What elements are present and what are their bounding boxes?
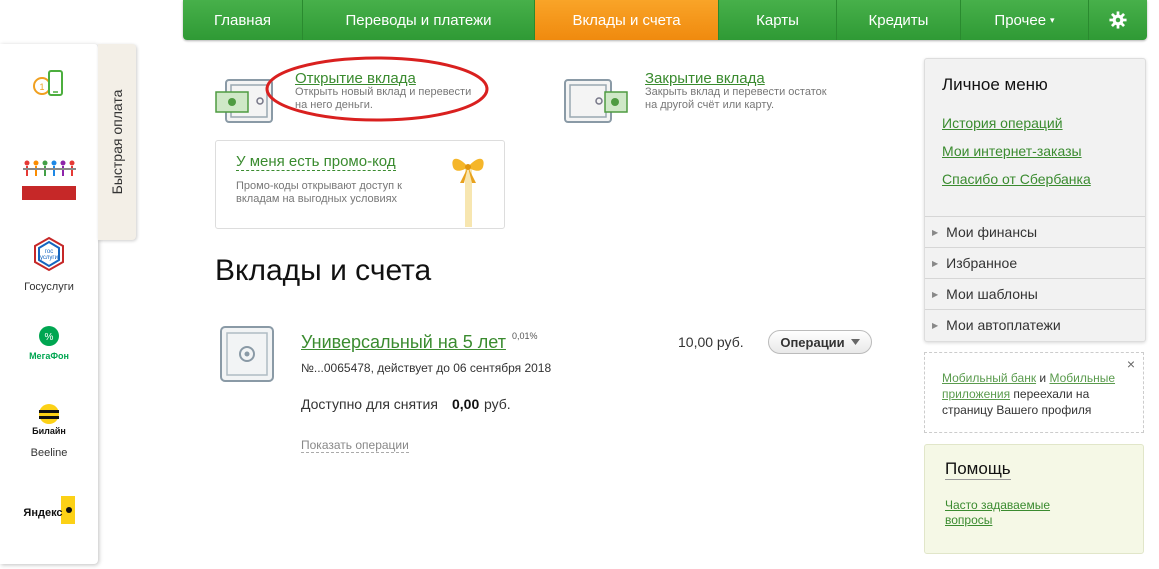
faq-link[interactable]: Часто задаваемые вопросы <box>945 498 1075 528</box>
mobile-bank-notice: × Мобильный банк и Мобильные приложения … <box>924 352 1144 433</box>
nav-more-arrow-icon: ▾ <box>1050 14 1055 25</box>
deposit-name-link[interactable]: Универсальный на 5 лет <box>301 332 506 353</box>
quick-pay-gosuslugi[interactable]: гос услуги Госуслуги <box>0 236 98 293</box>
menu-section-label: Мои финансы <box>946 224 1038 240</box>
beeline-logo-icon: Билайн <box>32 404 66 436</box>
deposit-safe-icon <box>220 326 274 382</box>
show-operations-link[interactable]: Показать операции <box>301 438 409 453</box>
nav-cards[interactable]: Карты <box>719 0 837 40</box>
close-icon[interactable]: × <box>1127 356 1135 372</box>
promo-code-desc: Промо-коды открывают доступ к вкладам на… <box>236 180 402 205</box>
mobile-bank-link[interactable]: Мобильный банк <box>942 371 1036 385</box>
promo-code-box[interactable]: У меня есть промо-код Промо-коды открыва… <box>215 140 505 229</box>
quick-pay-caption-gosuslugi: Госуслуги <box>24 281 74 293</box>
settings-button[interactable] <box>1089 0 1147 40</box>
menu-link-internet-orders[interactable]: Мои интернет-заказы <box>942 143 1082 159</box>
quick-pay-mobile[interactable]: 1 <box>0 68 98 105</box>
quick-pay-tab-label: Быстрая оплата <box>109 89 125 195</box>
help-box: Помощь Часто задаваемые вопросы <box>924 444 1144 554</box>
operations-button-label: Операции <box>780 334 845 350</box>
nav-transfers[interactable]: Переводы и платежи <box>303 0 535 40</box>
personal-menu: Личное меню История операций Мои интерне… <box>924 58 1146 342</box>
menu-section-label: Избранное <box>946 255 1018 271</box>
menu-section-autopayments[interactable]: ▶ Мои автоплатежи <box>925 309 1145 340</box>
red-highlight-ellipse <box>265 56 489 122</box>
operations-button[interactable]: Операции <box>768 330 872 354</box>
promo-code-link[interactable]: У меня есть промо-код <box>236 153 396 171</box>
quick-pay-tab[interactable]: Быстрая оплата <box>98 44 136 240</box>
notice-and: и <box>1036 371 1050 385</box>
deposit-number: №...0065478, действует до 06 сентября 20… <box>301 361 552 375</box>
nav-deposits[interactable]: Вклады и счета <box>535 0 719 40</box>
gosuslugi-logo-icon: гос услуги <box>34 236 64 272</box>
deposit-balance: 10,00 руб. <box>678 334 744 350</box>
charity-logo-icon <box>22 160 76 200</box>
quick-pay-caption-beeline: Beeline <box>30 447 68 459</box>
svg-text:МегаФон: МегаФон <box>29 351 69 361</box>
triangle-right-icon: ▶ <box>932 258 939 268</box>
deposit-rate: 0,01% <box>512 331 538 341</box>
svg-text:1: 1 <box>39 82 44 92</box>
menu-section-favorites[interactable]: ▶ Избранное <box>925 247 1145 278</box>
menu-section-label: Мои шаблоны <box>946 286 1038 302</box>
available-value: 0,00 <box>452 396 480 412</box>
svg-text:услуги: услуги <box>40 255 58 261</box>
menu-link-history[interactable]: История операций <box>942 115 1063 131</box>
chevron-down-icon <box>850 339 860 345</box>
quick-pay-panel: 1 гос услуги Госуслуги % МегаФон Билайн … <box>0 44 98 564</box>
triangle-right-icon: ▶ <box>932 227 939 237</box>
nav-home[interactable]: Главная <box>183 0 303 40</box>
close-deposit-safe-icon <box>564 79 628 123</box>
page-title: Вклады и счета <box>215 254 432 287</box>
help-title: Помощь <box>945 459 1011 480</box>
personal-menu-title: Личное меню <box>942 75 1048 94</box>
quick-pay-beeline[interactable]: Билайн Beeline <box>0 402 98 459</box>
quick-pay-megafon[interactable]: % МегаФон <box>0 324 98 369</box>
svg-text:Билайн: Билайн <box>32 426 66 436</box>
nav-more-label: Прочее <box>994 11 1047 29</box>
menu-link-spasibo[interactable]: Спасибо от Сбербанка <box>942 171 1091 187</box>
menu-section-finances[interactable]: ▶ Мои финансы <box>925 216 1145 247</box>
svg-text:%: % <box>45 332 54 343</box>
quick-pay-charity[interactable] <box>0 156 98 207</box>
main-nav: Главная Переводы и платежи Вклады и счет… <box>183 0 1147 40</box>
quick-pay-yandex[interactable]: Яндекс <box>0 494 98 533</box>
available-label: Доступно для снятия <box>301 396 438 412</box>
close-deposit-desc: Закрыть вклад и перевести остаток на дру… <box>645 86 827 111</box>
triangle-right-icon: ▶ <box>932 289 939 299</box>
gear-icon <box>1109 11 1127 29</box>
mobile-payment-icon: 1 <box>33 70 63 96</box>
menu-section-label: Мои автоплатежи <box>946 317 1061 333</box>
available-currency: руб. <box>484 396 511 412</box>
gift-ribbon-icon <box>452 158 484 227</box>
megafon-logo-icon: % МегаФон <box>29 326 69 361</box>
yandex-money-logo-icon: Яндекс <box>23 496 75 524</box>
close-deposit-link[interactable]: Закрытие вклада <box>645 70 765 87</box>
triangle-right-icon: ▶ <box>932 320 939 330</box>
nav-more[interactable]: Прочее ▾ <box>961 0 1089 40</box>
svg-text:Яндекс: Яндекс <box>23 507 62 519</box>
notice-text: Мобильный банк и Мобильные приложения пе… <box>942 370 1127 418</box>
nav-credits[interactable]: Кредиты <box>837 0 961 40</box>
menu-section-templates[interactable]: ▶ Мои шаблоны <box>925 278 1145 309</box>
